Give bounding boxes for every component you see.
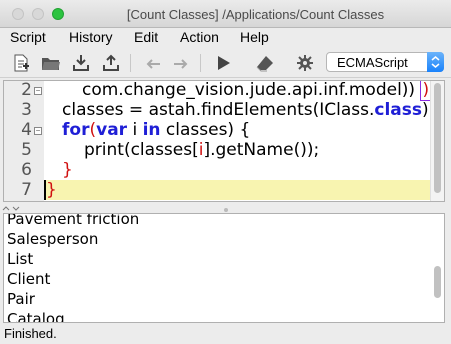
output-scroll-thumb[interactable] xyxy=(434,266,441,298)
toolbar-separator xyxy=(200,54,201,72)
gear-icon xyxy=(297,55,313,71)
code-text: classes = astah.findElements(IClass. xyxy=(62,100,375,120)
menu-action[interactable]: Action xyxy=(180,29,219,45)
menu-help[interactable]: Help xyxy=(240,29,269,45)
code-keyword: for xyxy=(62,120,90,140)
code-text: print(classes[ xyxy=(84,140,199,160)
new-script-button[interactable] xyxy=(10,52,32,74)
code-keyword: class xyxy=(374,100,423,120)
editor-scroll-thumb[interactable] xyxy=(434,83,441,193)
line-number: 7 xyxy=(21,180,32,200)
split-pane-divider[interactable] xyxy=(0,202,451,212)
line-number-gutter: 2 − 3 4 − 5 6 7 xyxy=(4,81,44,201)
fold-toggle-icon[interactable]: − xyxy=(34,127,42,135)
code-text: ].getName()); xyxy=(203,140,320,160)
fold-toggle-icon[interactable]: − xyxy=(34,87,42,95)
menu-edit[interactable]: Edit xyxy=(134,29,158,45)
folder-icon xyxy=(42,58,60,70)
line-number: 4 xyxy=(21,120,32,140)
language-select[interactable]: ECMAScript xyxy=(326,52,444,72)
code-line-2: com.change_vision.jude.api.inf.model)) ) xyxy=(82,80,432,101)
output-line: Salesperson xyxy=(7,230,99,248)
output-line: Pair xyxy=(7,290,35,308)
chevron-updown-icon xyxy=(427,52,444,72)
settings-button[interactable] xyxy=(294,52,316,74)
code-line-8-current: } xyxy=(44,180,430,200)
language-select-value: ECMAScript xyxy=(337,55,408,70)
output-line: Client xyxy=(7,270,51,288)
undo-icon xyxy=(146,59,160,69)
run-button[interactable] xyxy=(212,52,234,74)
line-number: 2 xyxy=(21,80,32,100)
line-number: 3 xyxy=(21,100,32,120)
menu-history[interactable]: History xyxy=(69,29,113,45)
import-button[interactable] xyxy=(70,52,92,74)
menu-bar: Script History Edit Action Help xyxy=(0,28,451,48)
redo-button[interactable] xyxy=(170,52,192,74)
play-icon xyxy=(218,56,230,70)
title-bar: [Count Classes] /Applications/Count Clas… xyxy=(0,0,451,28)
window-title: [Count Classes] /Applications/Count Clas… xyxy=(126,7,385,22)
upload-icon xyxy=(103,54,119,71)
eraser-icon xyxy=(256,56,273,72)
code-text: classes) { xyxy=(160,120,251,140)
new-file-icon xyxy=(14,54,29,72)
code-line-5: print(classes[i].getName()); xyxy=(84,140,444,160)
clear-button[interactable] xyxy=(254,52,276,74)
output-line: Catalog xyxy=(7,310,65,323)
line-number: 6 xyxy=(21,160,32,180)
status-text: Finished. xyxy=(4,326,57,341)
export-button[interactable] xyxy=(100,52,122,74)
code-keyword: in xyxy=(142,120,161,140)
code-line-6: } xyxy=(62,160,444,180)
redo-icon xyxy=(174,59,188,69)
code-line-4: for(var i in classes) { xyxy=(62,120,444,140)
code-line-3: classes = astah.findElements(IClass.clas… xyxy=(62,100,444,120)
undo-button[interactable] xyxy=(142,52,164,74)
output-line: Pavement friction xyxy=(7,213,140,228)
download-icon xyxy=(73,55,89,71)
script-editor[interactable]: 2 − 3 4 − 5 6 7 com.change_vision.jude.a… xyxy=(3,80,445,202)
line-number: 5 xyxy=(21,140,32,160)
code-text: } xyxy=(62,160,73,180)
status-bar: Finished. xyxy=(0,324,451,344)
open-button[interactable] xyxy=(40,52,62,74)
editor-scrollbar[interactable] xyxy=(430,81,444,201)
code-text: i xyxy=(127,120,143,140)
output-line: List xyxy=(7,250,34,268)
code-text: } xyxy=(44,180,57,200)
toolbar-separator xyxy=(130,54,131,72)
code-keyword: var xyxy=(96,120,128,140)
output-console[interactable]: Pavement friction Salesperson List Clien… xyxy=(3,213,445,323)
menu-script[interactable]: Script xyxy=(10,29,46,45)
code-text: com.change_vision.jude.api.inf.model)) xyxy=(82,80,421,100)
